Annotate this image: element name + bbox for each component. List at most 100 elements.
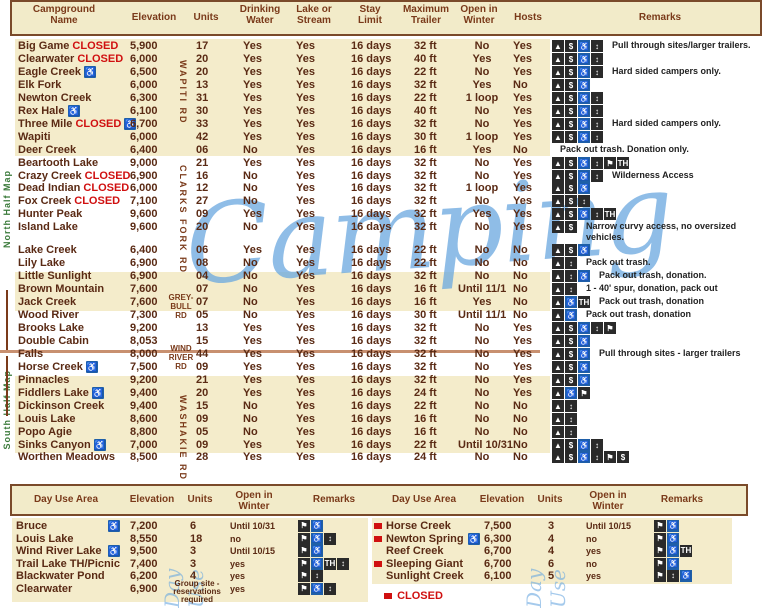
amenity-icon: ▲ (552, 65, 564, 78)
stay-limit: 16 days (351, 78, 392, 91)
dayuse-row: Reef Creek 6,700 4 yes ⚑ ♿ TH (0, 545, 771, 557)
open-in-winter: No (474, 169, 490, 182)
lake-or-stream: Yes (296, 156, 315, 169)
amenity-icon: ♿ (578, 451, 590, 464)
amenity-icons: ▲ $ ♿ ↕ (552, 130, 604, 144)
hosts: No (513, 296, 528, 309)
hosts: No (513, 283, 528, 296)
drinking-water: No (243, 143, 258, 156)
amenity-icon: ♿ (578, 65, 590, 78)
dayuse-elevation: 6,900 (130, 582, 158, 595)
lake-or-stream: Yes (296, 257, 315, 270)
amenity-icon: ⚑ (604, 156, 616, 169)
amenity-icons: ▲ ↕ (552, 399, 578, 413)
amenity-icons: ▲ ↕ (552, 425, 578, 439)
hosts: Yes (513, 117, 532, 130)
dayuse-icons: ⚑ ♿ (654, 520, 680, 532)
drinking-water: Yes (243, 130, 262, 143)
max-trailer: 30 ft (414, 130, 437, 143)
closed-legend: CLOSED (384, 590, 443, 602)
max-trailer: 30 ft (414, 309, 437, 321)
stay-limit: 16 days (351, 65, 392, 78)
dayuse-header: Day Use Area Elevation Units Open in Win… (10, 484, 748, 516)
table-row: Newton Creek 6,300 31 Yes Yes 16 days 22 ft 1 l… (0, 91, 771, 105)
drinking-water: No (243, 425, 258, 438)
campground-name: Deer Creek (18, 143, 77, 156)
units: 42 (196, 130, 209, 143)
amenity-icon: ▲ (552, 438, 564, 451)
hosts: Yes (513, 386, 532, 399)
campground-name: Pinnacles (18, 373, 70, 386)
amenity-icons: ▲ $ ♿ ↕ (552, 40, 604, 53)
max-trailer: 32 ft (414, 347, 437, 360)
table-row: Brown Mountain 7,600 07 No Yes 16 days 16 ft Un… (0, 283, 771, 296)
units: 31 (196, 91, 209, 104)
lake-or-stream: Yes (296, 130, 315, 143)
hosts: Yes (513, 373, 532, 386)
amenity-icon: $ (565, 169, 577, 182)
lake-or-stream: Yes (296, 399, 315, 412)
max-trailer: 16 ft (414, 283, 437, 296)
drinking-water: No (243, 195, 258, 208)
elevation: 8,000 (130, 347, 158, 360)
stay-limit: 16 days (351, 296, 392, 309)
hosts: No (513, 451, 528, 464)
amenity-icons: ▲ $ ♿ ↕ ⚑ TH (552, 156, 630, 170)
dayuse-elevation: 6,700 (484, 557, 512, 570)
lake-or-stream: Yes (296, 451, 315, 464)
campground-name: Little Sunlight (18, 270, 92, 283)
campground-name: Popo Agie (18, 425, 72, 438)
units: 28 (196, 451, 209, 464)
dayuse-header-winter-2: Open in Winter (589, 490, 627, 512)
amenity-icon: ↕ (565, 412, 577, 425)
campground-name: Brooks Lake (18, 321, 85, 334)
hosts: No (513, 270, 528, 283)
open-in-winter: No (474, 425, 490, 438)
accessible-icon: ♿ (93, 438, 106, 451)
stay-limit: 16 days (351, 386, 392, 399)
units: 21 (196, 156, 209, 169)
amenity-icon: ♿ (578, 169, 590, 182)
amenity-icon: ▲ (552, 52, 564, 65)
stay-limit: 16 days (351, 438, 392, 451)
max-trailer: 40 ft (414, 104, 437, 117)
drinking-water: Yes (243, 52, 262, 65)
amenity-icon: ♿ (578, 347, 590, 360)
remark: Hard sided campers only. (612, 65, 721, 76)
amenity-icon: ♿ (578, 40, 590, 52)
remark: Pack out trash, donation. (599, 270, 707, 281)
amenity-icons: ▲ ♿ (552, 309, 578, 322)
table-row: Popo Agie 8,800 05 No Yes 16 days 16 ft No No ▲ ↕ (0, 425, 771, 439)
drinking-water: Yes (243, 104, 262, 117)
hosts: Yes (513, 360, 532, 373)
stay-limit: 16 days (351, 104, 392, 117)
accessible-icon: ♿ (84, 65, 97, 78)
max-trailer: 32 ft (414, 156, 437, 169)
elevation: 6,400 (130, 244, 158, 257)
amenity-icon: ↕ (591, 130, 603, 143)
max-trailer: 32 ft (414, 117, 437, 130)
amenity-icon: ⚑ (604, 321, 616, 334)
stay-limit: 16 days (351, 182, 392, 195)
stay-limit: 16 days (351, 156, 392, 169)
dayuse-name: Horse Creek (386, 520, 451, 532)
max-trailer: 22 ft (414, 244, 437, 257)
amenity-icons: ▲ ♿ ⚑ (552, 386, 591, 400)
elevation: 6,300 (130, 91, 158, 104)
amenity-icon: ♿ (578, 208, 590, 221)
units: 13 (196, 78, 209, 91)
header-elevation: Elevation (131, 12, 177, 23)
drinking-water: No (243, 296, 258, 309)
dayuse-icons: ⚑ ♿ (654, 557, 680, 570)
amenity-icon: ↕ (591, 117, 603, 130)
units: 30 (196, 104, 209, 117)
stay-limit: 16 days (351, 451, 392, 464)
table-row: Fiddlers Lake ♿ 9,400 20 Yes Yes 16 days 24 ft… (0, 386, 771, 400)
lake-or-stream: Yes (296, 360, 315, 373)
dayuse-name: Reef Creek (386, 545, 444, 557)
stay-limit: 16 days (351, 208, 392, 221)
drinking-water: Yes (243, 360, 262, 373)
amenity-icon: $ (565, 52, 577, 65)
elevation: 7,100 (130, 195, 158, 208)
table-row: Double Cabin 8,053 15 Yes Yes 16 days 32 ft No Y… (0, 334, 771, 348)
